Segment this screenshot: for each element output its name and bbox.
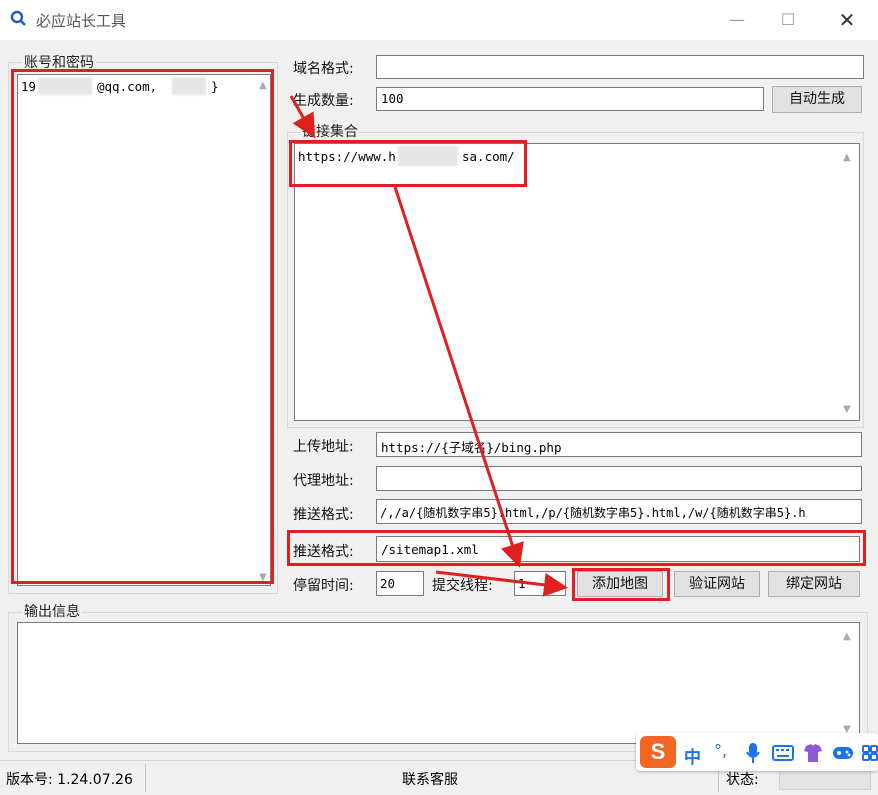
annotation-box <box>11 69 274 584</box>
skin-icon[interactable] <box>802 742 824 764</box>
scroll-down-icon[interactable]: ▼ <box>843 404 851 415</box>
game-icon[interactable] <box>832 744 854 762</box>
contact-support-link[interactable]: 联系客服 <box>402 769 458 789</box>
output-textarea[interactable] <box>17 622 860 744</box>
ime-lang-toggle[interactable]: 中 <box>684 743 701 768</box>
annotation-box <box>287 530 866 566</box>
close-icon[interactable]: ✕ <box>835 8 859 32</box>
pause-label: 停留时间: <box>293 578 354 594</box>
output-label: 输出信息 <box>22 601 82 621</box>
maximize-icon[interactable]: ☐ <box>776 8 800 32</box>
scroll-up-icon[interactable]: ▲ <box>843 152 851 163</box>
minimize-icon[interactable]: — <box>725 8 749 32</box>
status-divider <box>145 764 146 792</box>
push-format-label: 推送格式: <box>293 507 354 523</box>
gen-count-label: 生成数量: <box>293 93 354 109</box>
domain-format-input[interactable] <box>376 55 864 79</box>
mic-icon[interactable] <box>745 742 761 764</box>
auto-generate-button[interactable]: 自动生成 <box>772 86 862 113</box>
version-text: 版本号: 1.24.07.26 <box>6 772 133 788</box>
upload-label: 上传地址: <box>293 439 354 455</box>
proxy-input[interactable] <box>376 466 862 491</box>
gen-count-input[interactable]: 100 <box>376 87 764 111</box>
threads-input[interactable]: 1 <box>514 571 566 596</box>
scroll-up-icon[interactable]: ▲ <box>843 631 851 642</box>
window-title: 必应站长工具 <box>36 12 127 30</box>
grid-icon[interactable] <box>862 744 878 762</box>
annotation-box <box>289 140 527 187</box>
upload-input[interactable]: https://{子域名}/bing.php <box>376 432 862 457</box>
annotation-box <box>572 568 670 601</box>
verify-site-button[interactable]: 验证网站 <box>674 571 760 597</box>
keyboard-icon[interactable] <box>772 745 794 761</box>
pause-input[interactable]: 20 <box>376 571 424 596</box>
proxy-label: 代理地址: <box>293 473 354 489</box>
search-app-icon <box>10 10 26 26</box>
push-format-input[interactable]: /,/a/{随机数字串5}.html,/p/{随机数字串5}.html,/w/{… <box>376 499 862 524</box>
ime-punct-toggle[interactable]: °, <box>714 741 727 760</box>
state-label: 状态: <box>726 772 759 788</box>
threads-label: 提交线程: <box>432 578 493 594</box>
ime-logo-icon[interactable]: S <box>640 736 676 768</box>
links-label: 链接集合 <box>300 121 360 141</box>
domain-format-label: 域名格式: <box>293 61 354 77</box>
bind-site-button[interactable]: 绑定网站 <box>768 571 860 597</box>
